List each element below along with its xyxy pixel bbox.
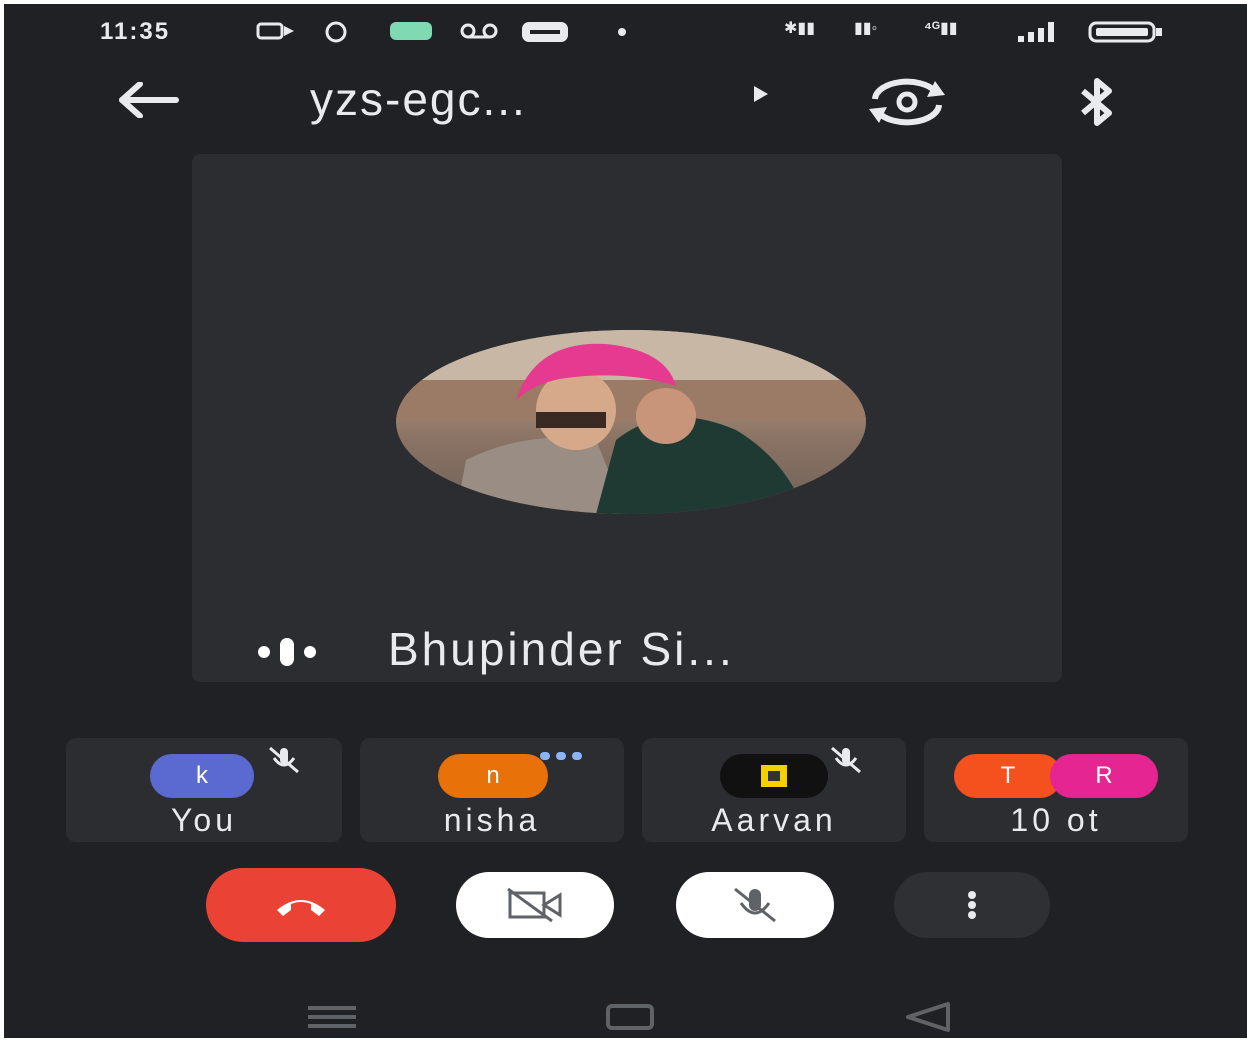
participant-avatar: R xyxy=(1050,754,1158,798)
more-vert-icon xyxy=(968,891,976,919)
avatar-initial: T xyxy=(1000,762,1016,789)
microphone-toggle-button[interactable] xyxy=(676,872,834,938)
back-nav-icon[interactable] xyxy=(902,1000,954,1034)
participant-avatar: k xyxy=(150,754,254,798)
mic-off-icon xyxy=(269,746,299,774)
mic-off-icon xyxy=(734,887,776,923)
participant-tile-aarvan[interactable]: Aarvan xyxy=(642,738,906,842)
switch-camera-button[interactable] xyxy=(862,74,952,130)
videocam-off-icon xyxy=(507,887,562,923)
participant-avatar xyxy=(720,754,828,798)
person-photo-icon xyxy=(396,330,866,514)
yellow-logo-icon xyxy=(761,765,787,787)
avatar-initial: R xyxy=(1095,762,1113,789)
participant-name: nisha xyxy=(443,802,541,838)
participant-tile-you[interactable]: k You xyxy=(66,738,342,842)
participant-name: You xyxy=(171,802,237,838)
mic-off-icon xyxy=(831,746,861,774)
participant-avatar: n xyxy=(438,754,548,798)
wifi-calling-icon: ✱▮▮ xyxy=(784,20,816,37)
home-icon[interactable] xyxy=(604,1002,656,1032)
switch-camera-icon xyxy=(869,78,945,126)
battery-icon xyxy=(1088,21,1162,43)
speaking-indicator-icon xyxy=(258,638,316,666)
avatar-initial: n xyxy=(486,762,500,789)
cast-icon xyxy=(256,22,294,40)
voicemail-icon xyxy=(460,23,498,39)
back-button[interactable] xyxy=(112,74,184,126)
bluetooth-icon xyxy=(1081,78,1112,126)
end-call-button[interactable] xyxy=(206,868,396,942)
network-icon: ⁴ᴳ▮▮ xyxy=(924,20,958,37)
avatar-initial: k xyxy=(196,762,208,789)
participant-name: Aarvan xyxy=(711,802,837,838)
camera-toggle-button[interactable] xyxy=(456,872,614,938)
message-icon xyxy=(522,22,568,42)
participant-tile-nisha[interactable]: n nisha xyxy=(360,738,624,842)
arrow-back-icon xyxy=(119,82,179,118)
audio-output-button[interactable] xyxy=(1062,74,1132,130)
top-app-bar: yzs-egc... xyxy=(4,60,1247,140)
signal-icon xyxy=(1018,22,1054,42)
participant-name: 10 ot xyxy=(1010,802,1102,838)
speaker-name: Bhupinder Si... xyxy=(388,623,735,675)
meeting-details-arrow-icon[interactable] xyxy=(754,86,768,102)
dot-icon xyxy=(618,28,626,36)
call-end-icon xyxy=(277,900,325,916)
participant-tile-others[interactable]: T R 10 ot xyxy=(924,738,1188,842)
recent-apps-icon[interactable] xyxy=(304,1002,360,1032)
meeting-title[interactable]: yzs-egc... xyxy=(310,72,527,126)
status-time: 11:35 xyxy=(100,18,171,45)
app-notification-icon xyxy=(390,22,432,40)
speaker-avatar xyxy=(396,330,866,514)
system-navigation-bar xyxy=(4,994,1247,1038)
active-speaker-tile[interactable]: Bhupinder Si... xyxy=(192,154,1062,682)
meeting-screen: 11:35 ✱▮▮ ▮▮◦ ⁴ᴳ▮▮ yzs-egc... Bhupinder … xyxy=(4,4,1247,1038)
more-options-button[interactable] xyxy=(894,872,1050,938)
participant-avatar: T xyxy=(954,754,1062,798)
whatsapp-icon xyxy=(325,21,347,43)
speaking-dots-icon xyxy=(540,752,582,760)
status-bar: 11:35 ✱▮▮ ▮▮◦ ⁴ᴳ▮▮ xyxy=(4,4,1247,56)
volte-icon: ▮▮◦ xyxy=(854,20,878,37)
